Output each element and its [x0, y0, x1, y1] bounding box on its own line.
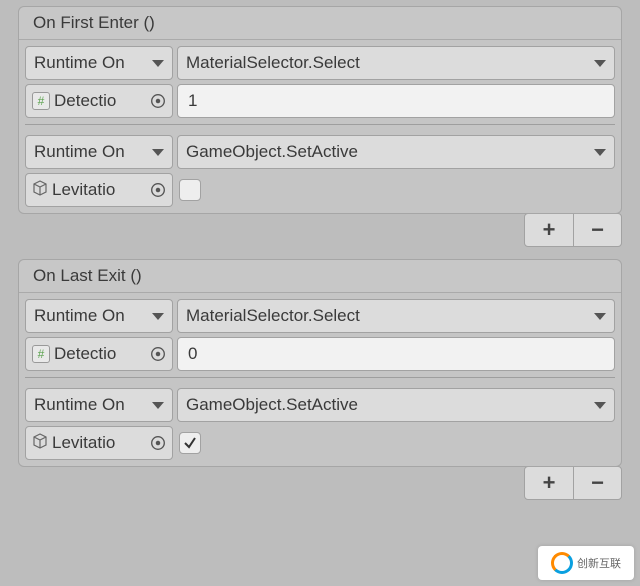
- call-state-label: Runtime On: [34, 142, 144, 162]
- remove-entry-button[interactable]: −: [573, 467, 621, 499]
- event-title: On First Enter (): [33, 13, 155, 32]
- chevron-down-icon: [594, 313, 606, 320]
- event-panel-last-exit: On Last Exit () Runtime On MaterialSelec…: [18, 259, 622, 467]
- chevron-down-icon: [594, 149, 606, 156]
- event-header: On First Enter (): [19, 7, 621, 40]
- chevron-down-icon: [152, 313, 164, 320]
- script-icon: #: [32, 345, 50, 363]
- int-argument-input[interactable]: 0: [177, 337, 615, 371]
- gameobject-icon: [32, 433, 48, 454]
- chevron-down-icon: [594, 402, 606, 409]
- object-picker-icon[interactable]: [148, 180, 168, 200]
- remove-entry-button[interactable]: −: [573, 214, 621, 246]
- method-dropdown[interactable]: MaterialSelector.Select: [177, 46, 615, 80]
- object-picker-icon[interactable]: [148, 344, 168, 364]
- call-state-label: Runtime On: [34, 306, 144, 326]
- method-label: MaterialSelector.Select: [186, 53, 586, 73]
- chevron-down-icon: [152, 149, 164, 156]
- method-dropdown[interactable]: MaterialSelector.Select: [177, 299, 615, 333]
- event-header: On Last Exit (): [19, 260, 621, 293]
- target-label: Detectio: [54, 91, 144, 111]
- target-object-field[interactable]: # Detectio: [25, 84, 173, 118]
- event-footer: + −: [0, 213, 640, 253]
- chevron-down-icon: [152, 60, 164, 67]
- int-argument-value: 0: [188, 344, 197, 364]
- event-entry: Runtime On MaterialSelector.Select # Det…: [25, 299, 615, 371]
- int-argument-input[interactable]: 1: [177, 84, 615, 118]
- event-title: On Last Exit (): [33, 266, 142, 285]
- method-dropdown[interactable]: GameObject.SetActive: [177, 388, 615, 422]
- method-label: GameObject.SetActive: [186, 395, 586, 415]
- target-object-field[interactable]: # Detectio: [25, 337, 173, 371]
- bool-argument-checkbox[interactable]: [179, 179, 201, 201]
- chevron-down-icon: [594, 60, 606, 67]
- bool-argument-checkbox[interactable]: [179, 432, 201, 454]
- object-picker-icon[interactable]: [148, 91, 168, 111]
- event-body: Runtime On MaterialSelector.Select # Det…: [19, 40, 621, 213]
- add-entry-button[interactable]: +: [525, 214, 573, 246]
- target-label: Levitatio: [52, 180, 144, 200]
- call-state-dropdown[interactable]: Runtime On: [25, 388, 173, 422]
- call-state-dropdown[interactable]: Runtime On: [25, 135, 173, 169]
- event-entry: Runtime On GameObject.SetActive Levitati…: [25, 135, 615, 207]
- call-state-label: Runtime On: [34, 53, 144, 73]
- event-entry: Runtime On MaterialSelector.Select # Det…: [25, 46, 615, 118]
- call-state-dropdown[interactable]: Runtime On: [25, 299, 173, 333]
- footer-button-group: + −: [524, 466, 622, 500]
- footer-button-group: + −: [524, 213, 622, 247]
- method-label: GameObject.SetActive: [186, 142, 586, 162]
- int-argument-value: 1: [188, 91, 197, 111]
- add-entry-button[interactable]: +: [525, 467, 573, 499]
- watermark-icon: [551, 552, 573, 574]
- watermark-badge: 创新互联: [538, 546, 634, 580]
- target-object-field[interactable]: Levitatio: [25, 173, 173, 207]
- event-body: Runtime On MaterialSelector.Select # Det…: [19, 293, 621, 466]
- entry-divider: [25, 124, 615, 125]
- call-state-dropdown[interactable]: Runtime On: [25, 46, 173, 80]
- target-object-field[interactable]: Levitatio: [25, 426, 173, 460]
- script-icon: #: [32, 92, 50, 110]
- object-picker-icon[interactable]: [148, 433, 168, 453]
- method-label: MaterialSelector.Select: [186, 306, 586, 326]
- watermark-text: 创新互联: [577, 555, 621, 571]
- target-label: Detectio: [54, 344, 144, 364]
- chevron-down-icon: [152, 402, 164, 409]
- event-footer: + −: [0, 466, 640, 506]
- target-label: Levitatio: [52, 433, 144, 453]
- entry-divider: [25, 377, 615, 378]
- call-state-label: Runtime On: [34, 395, 144, 415]
- event-panel-first-enter: On First Enter () Runtime On MaterialSel…: [18, 6, 622, 214]
- event-entry: Runtime On GameObject.SetActive Levitati…: [25, 388, 615, 460]
- method-dropdown[interactable]: GameObject.SetActive: [177, 135, 615, 169]
- gameobject-icon: [32, 180, 48, 201]
